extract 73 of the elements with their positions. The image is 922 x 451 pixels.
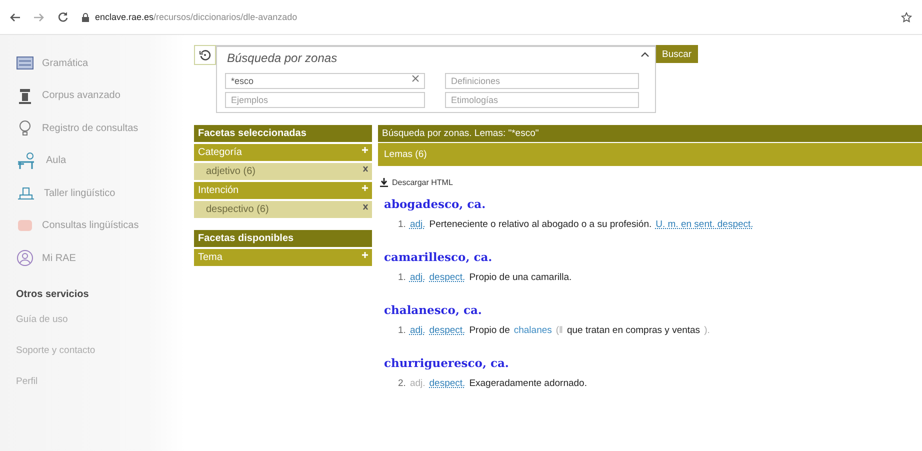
definition-text: adj. [410, 378, 426, 389]
back-icon[interactable] [10, 12, 20, 22]
download-icon [380, 178, 388, 187]
definition-text: que tratan en compras y ventas [566, 325, 700, 336]
sidebar-item[interactable]: Aula [16, 144, 186, 177]
sidebar-link[interactable]: Guía de uso [16, 314, 186, 344]
sidebar-link[interactable]: Perfil [16, 376, 186, 406]
sidebar-item[interactable]: Gramática [16, 47, 186, 80]
facet-group[interactable]: Intención [194, 182, 372, 199]
plus-icon[interactable] [362, 252, 368, 258]
sense-number: 1. [398, 219, 406, 230]
definition-link[interactable]: adj. [410, 325, 426, 336]
sense-number: 1. [398, 325, 406, 336]
entry-lemma: camarillesco, ca. [384, 250, 494, 264]
input-field[interactable]: *esco [225, 73, 425, 89]
lock-icon [82, 12, 89, 22]
section-title: Otros servicios [16, 288, 90, 300]
results-subheader: Lemas (6) [378, 143, 922, 166]
definition-text: (‖ [556, 325, 563, 336]
definition-link[interactable]: U. m. en sent. despect. [656, 219, 754, 230]
facet-group[interactable]: Tema [194, 249, 372, 266]
sidebar-item[interactable]: Taller lingüístico [16, 177, 186, 210]
search-button[interactable]: Buscar [656, 45, 698, 63]
address-bar[interactable]: enclave.rae.es/recursos/diccionarios/dle-avanzado [95, 12, 298, 22]
definition-text: Propio de una camarilla. [469, 272, 572, 283]
facet-group[interactable]: Categoría [194, 144, 372, 161]
search-title: Búsqueda por zonas [227, 51, 338, 65]
definition-text: Perteneciente o relativo al abogado o a su profesión. [429, 219, 652, 230]
plus-icon[interactable] [362, 147, 368, 153]
column-icon [16, 86, 34, 105]
plus-icon[interactable] [362, 185, 368, 191]
entry-lemma: churrigueresco, ca. [384, 356, 510, 370]
sense-number: 1. [398, 272, 406, 283]
sidebar-item[interactable]: Consultas lingüísticas [16, 210, 186, 242]
definition-link[interactable]: despect. [429, 272, 466, 283]
remove-icon[interactable] [363, 166, 368, 172]
sidebar-item[interactable]: Mi RAE [16, 242, 186, 274]
definition-text: ). [704, 325, 710, 336]
results-header: Búsqueda por zonas. Lemas: "*esco" [378, 125, 922, 142]
facet-group-label: Categoría [198, 147, 242, 158]
caret-icon[interactable] [641, 52, 649, 57]
facets-header: Facetas seleccionadas [194, 125, 372, 142]
facets-header: Facetas disponibles [194, 230, 372, 247]
user-icon [16, 249, 34, 268]
definition-link[interactable]: despect. [429, 325, 466, 336]
definition-link[interactable]: adj. [410, 219, 426, 230]
definition-link[interactable]: chalanes [514, 325, 552, 336]
facet-label: despectivo (6) [206, 204, 269, 215]
reload-icon[interactable] [58, 12, 68, 22]
facet-group-label: Tema [198, 252, 222, 263]
definition-link[interactable]: despect. [429, 378, 466, 389]
definition-link[interactable]: adj. [410, 272, 426, 283]
star-icon[interactable] [901, 12, 912, 22]
history-icon [199, 49, 211, 61]
entry-lemma: chalanesco, ca. [384, 303, 483, 317]
book-icon [16, 55, 34, 72]
entry-lemma: abogadesco, ca. [384, 197, 487, 211]
sidebar-item[interactable]: Registro de consultas [16, 112, 186, 144]
facet-label: adjetivo (6) [206, 166, 256, 177]
remove-icon[interactable] [363, 204, 368, 210]
close-icon[interactable] [412, 75, 419, 82]
input-field[interactable]: Definiciones [445, 73, 639, 89]
definition-text: Exageradamente adornado. [469, 378, 587, 389]
facet-group-label: Intención [198, 185, 239, 196]
input-field[interactable]: Ejemplos [225, 92, 425, 108]
workshop-icon [16, 185, 36, 202]
sense-number: 2. [398, 378, 406, 389]
sidebar-link[interactable]: Soporte y contacto [16, 344, 186, 376]
download-button[interactable]: Descargar HTML [380, 178, 453, 187]
input-field[interactable]: Etimologías [445, 92, 639, 108]
sidebar-item[interactable]: Corpus avanzado [16, 80, 186, 112]
history-button[interactable] [194, 45, 216, 65]
definition-text: Propio de [469, 325, 510, 336]
